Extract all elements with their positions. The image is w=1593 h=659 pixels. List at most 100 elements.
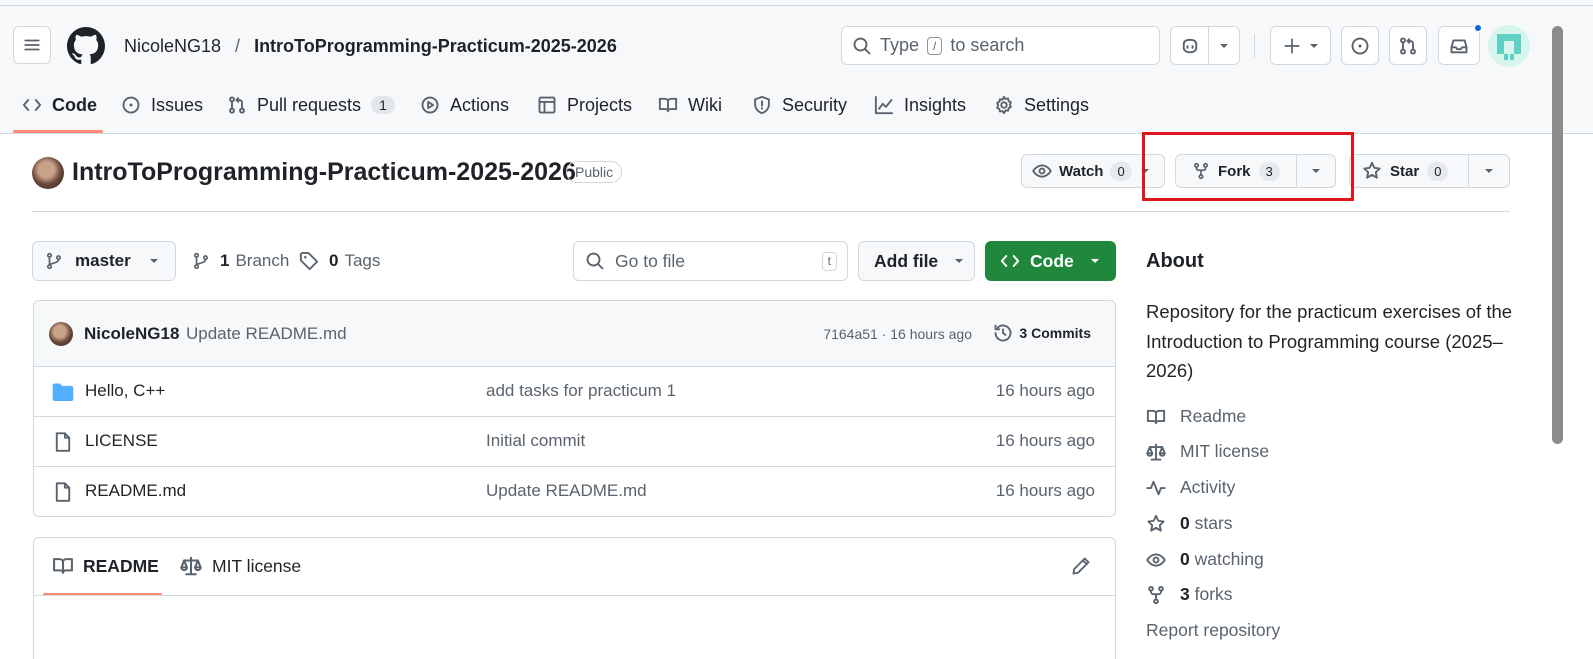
stars-count: 0	[1180, 513, 1190, 533]
play-icon	[421, 96, 439, 114]
go-to-file-placeholder: Go to file	[615, 250, 686, 271]
code-button[interactable]: Code	[985, 241, 1116, 281]
pull-requests-button[interactable]	[1389, 26, 1427, 65]
tab-settings[interactable]: Settings	[994, 90, 1089, 120]
edit-readme-button[interactable]	[1071, 556, 1091, 576]
issues-button[interactable]	[1341, 26, 1379, 65]
visibility-badge: Public	[566, 161, 623, 183]
activity-link-label: Activity	[1180, 477, 1236, 497]
branches-link[interactable]: 1 Branch	[192, 249, 289, 273]
repo-title[interactable]: IntroToProgramming-Practicum-2025-2026	[72, 158, 576, 187]
table-row[interactable]: README.md Update README.md 16 hours ago	[34, 466, 1115, 516]
search-icon	[586, 252, 604, 270]
readme-tab[interactable]: README	[52, 555, 159, 577]
file-name[interactable]: Hello, C++	[85, 381, 165, 401]
tab-wiki[interactable]: Wiki	[658, 90, 722, 120]
commits-link[interactable]: 3 Commits	[993, 323, 1091, 343]
license-link[interactable]: MIT license	[1146, 441, 1269, 462]
menu-button[interactable]	[13, 26, 51, 64]
create-new-button[interactable]	[1270, 26, 1331, 65]
scrollbar-thumb[interactable]	[1552, 26, 1563, 444]
file-name[interactable]: LICENSE	[85, 431, 158, 451]
file-commit-message[interactable]: Initial commit	[486, 431, 585, 451]
tab-code[interactable]: Code	[22, 90, 97, 120]
pull-request-icon	[229, 96, 245, 114]
breadcrumb: NicoleNG18 / IntroToProgramming-Practicu…	[124, 34, 617, 58]
fork-highlight-box	[1142, 132, 1354, 201]
caret-down-icon	[1220, 43, 1228, 48]
forks-link[interactable]: 3 forks	[1146, 584, 1233, 605]
book-icon	[1146, 409, 1166, 424]
watching-count: 0	[1180, 549, 1190, 569]
stars-link[interactable]: 0 stars	[1146, 513, 1233, 534]
branch-icon	[46, 252, 62, 270]
readme-tab-label: README	[83, 555, 159, 576]
watching-link[interactable]: 0 watching	[1146, 549, 1264, 570]
pulse-icon	[1146, 480, 1166, 495]
tab-actions[interactable]: Actions	[420, 90, 509, 120]
forks-count: 3	[1180, 584, 1190, 604]
tab-pull-requests[interactable]: Pull requests 1	[227, 90, 395, 120]
commit-author-avatar[interactable]	[49, 322, 73, 346]
inbox-button[interactable]	[1438, 23, 1483, 65]
breadcrumb-separator: /	[235, 35, 241, 56]
github-logo-icon[interactable]	[67, 27, 105, 65]
readme-link[interactable]: Readme	[1146, 406, 1246, 427]
file-icon	[55, 431, 71, 452]
activity-link[interactable]: Activity	[1146, 477, 1235, 498]
search-prefix: Type	[880, 35, 920, 55]
breadcrumb-repo[interactable]: IntroToProgramming-Practicum-2025-2026	[254, 36, 617, 57]
issue-icon	[122, 96, 140, 114]
tab-insights[interactable]: Insights	[874, 90, 966, 120]
file-name[interactable]: README.md	[85, 481, 186, 501]
branches-label: Branch	[235, 251, 290, 270]
tab-security[interactable]: Security	[752, 90, 847, 120]
file-icon	[55, 481, 71, 502]
copilot-button[interactable]	[1171, 27, 1209, 64]
star-icon	[1363, 161, 1381, 179]
table-row[interactable]: LICENSE Initial commit 16 hours ago	[34, 416, 1115, 466]
file-commit-message[interactable]: Update README.md	[486, 481, 647, 501]
graph-icon	[874, 95, 894, 115]
star-button[interactable]: Star 0	[1350, 155, 1469, 187]
shield-icon	[754, 95, 770, 115]
commit-message[interactable]: Update README.md	[186, 324, 347, 344]
watch-label: Watch	[1059, 162, 1104, 180]
branch-selector[interactable]: master	[32, 241, 176, 281]
file-commit-message[interactable]: add tasks for practicum 1	[486, 381, 676, 401]
breadcrumb-owner[interactable]: NicoleNG18	[124, 36, 221, 57]
commit-hash-time[interactable]: 7164a51 · 16 hours ago	[823, 326, 972, 342]
owner-avatar[interactable]	[32, 157, 64, 189]
search-input[interactable]: Type / to search	[841, 26, 1160, 65]
license-tab[interactable]: MIT license	[180, 555, 301, 577]
tab-issues[interactable]: Issues	[121, 90, 203, 120]
user-avatar[interactable]	[1488, 25, 1530, 67]
tab-projects[interactable]: Projects	[537, 90, 632, 120]
star-dropdown-button[interactable]	[1469, 155, 1509, 187]
stars-label: stars	[1194, 513, 1233, 533]
commit-author[interactable]: NicoleNG18	[84, 324, 179, 344]
go-to-file-input[interactable]: Go to file t	[573, 241, 848, 281]
branches-count: 1	[220, 251, 230, 270]
copilot-dropdown-button[interactable]	[1209, 27, 1239, 64]
report-repository-link[interactable]: Report repository	[1146, 620, 1280, 641]
tags-link[interactable]: 0 Tags	[299, 249, 380, 273]
caret-down-icon	[1309, 43, 1318, 48]
pull-requests-count: 1	[371, 96, 395, 114]
code-icon	[1000, 255, 1020, 267]
fork-icon	[1148, 585, 1164, 604]
tags-label: Tags	[344, 251, 381, 270]
plus-icon	[1283, 37, 1300, 54]
branch-icon	[193, 252, 209, 270]
folder-icon	[52, 383, 74, 401]
history-icon	[994, 324, 1012, 342]
search-suffix: to search	[950, 35, 1025, 55]
table-row[interactable]: Hello, C++ add tasks for practicum 1 16 …	[34, 366, 1115, 416]
tab-pull-requests-label: Pull requests	[257, 94, 362, 115]
tab-security-label: Security	[782, 94, 848, 115]
hamburger-icon	[24, 39, 40, 51]
add-file-button[interactable]: Add file	[858, 241, 975, 281]
license-link-label: MIT license	[1180, 441, 1270, 461]
copilot-button-group	[1170, 26, 1240, 65]
watch-button[interactable]: Watch 0	[1022, 155, 1132, 187]
